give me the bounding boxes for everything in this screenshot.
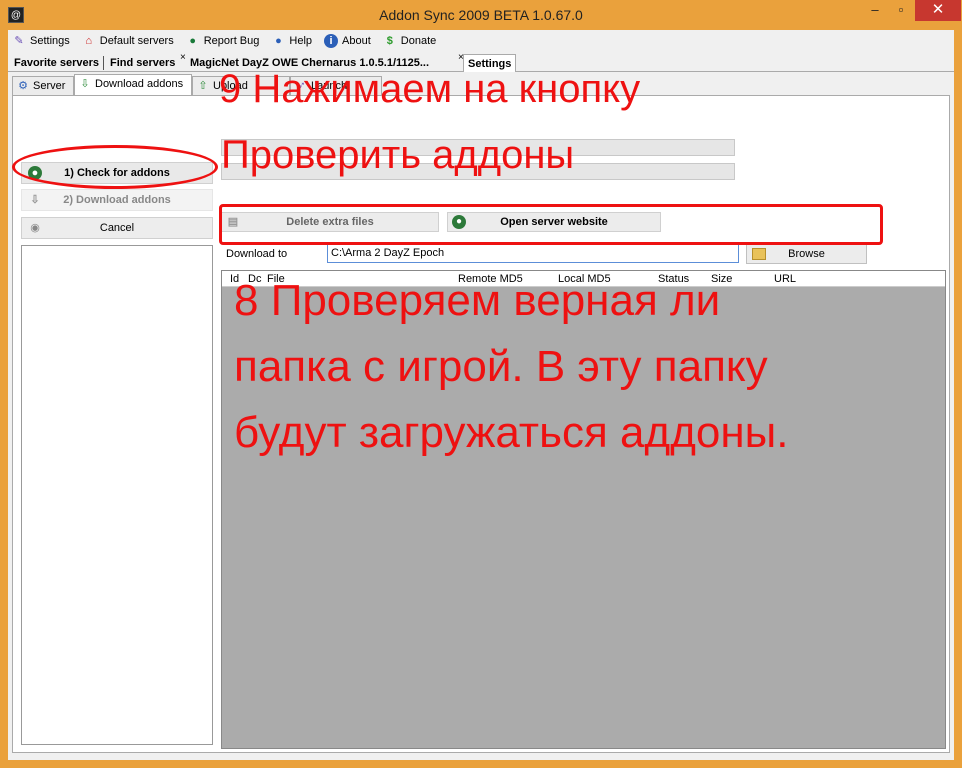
pencil-icon: ✎ [14,35,24,47]
download-icon: ⇩ [30,194,40,206]
tab-download-addons[interactable]: ⇩ Download addons [74,74,192,96]
browse-label: Browse [788,248,825,260]
upload-icon: ⇧ [198,80,208,92]
annotation-step8-line: будут загружаться аддоны. [234,408,789,457]
gear-icon: ⚙ [18,80,28,92]
menu-report-bug-label: Report Bug [203,35,260,47]
tab-separator [103,56,104,70]
tab-server-info-label: Server [33,80,66,92]
tab-download-addons-label: Download addons [95,78,184,90]
menu-help-label: Help [289,35,313,47]
download-addons-label: 2) Download addons [63,194,171,206]
highlight-ellipse [12,145,218,189]
menu-donate[interactable]: $ Donate [383,31,437,51]
stop-icon: ◉ [30,222,40,234]
menu-help[interactable]: ● Help [271,31,312,51]
tab-find-servers[interactable]: Find servers [106,54,179,72]
minimize-button[interactable]: – [862,0,888,21]
info-icon: i [324,34,339,48]
menu-about-label: About [342,35,371,47]
addon-list[interactable] [21,245,213,745]
browse-button[interactable]: Browse [746,244,867,264]
tab-server-info[interactable]: ⚙ Server [12,76,74,96]
download-to-label: Download to [226,248,288,260]
cancel-label: Cancel [99,222,135,234]
help-icon: ● [275,35,282,47]
menu-bar: ✎ Settings ⌂ Default servers ● Report Bu… [8,30,954,52]
download-addons-button[interactable]: ⇩ 2) Download addons [21,189,213,211]
annotation-step8: 8 Проверяем верная ли папка с игрой. В э… [234,268,789,466]
annotation-step8-line: 8 Проверяем верная ли [234,276,721,325]
window-title: Addon Sync 2009 BETA 1.0.67.0 [379,7,583,23]
download-path-input[interactable] [327,243,739,263]
folder-icon [752,248,766,260]
menu-default-servers[interactable]: ⌂ Default servers [82,31,174,51]
menu-default-servers-label: Default servers [99,35,174,47]
menu-about[interactable]: i About [324,31,371,51]
download-icon: ⇩ [80,78,90,90]
close-button[interactable]: ✕ [915,0,961,21]
annotation-step8-line: папка с игрой. В эту папку [234,342,768,391]
house-icon: ⌂ [85,35,93,47]
annotation-step9-line2: Проверить аддоны [221,133,575,177]
tab-server-close-icon[interactable]: × [180,52,186,63]
menu-report-bug[interactable]: ● Report Bug [186,31,260,51]
globe-icon: ● [189,35,197,47]
dollar-icon: $ [386,35,393,47]
menu-settings[interactable]: ✎ Settings [12,31,70,51]
title-bar[interactable]: @ Addon Sync 2009 BETA 1.0.67.0 – ▫ ✕ [0,0,962,30]
annotation-step9-line1: 9 Нажимаем на кнопку [219,67,641,111]
highlight-rectangle [219,204,883,245]
tab-favorite-servers[interactable]: Favorite servers [10,54,103,72]
maximize-button[interactable]: ▫ [888,0,914,21]
menu-donate-label: Donate [400,35,437,47]
menu-settings-label: Settings [30,35,70,47]
cancel-button[interactable]: ◉ Cancel [21,217,213,239]
